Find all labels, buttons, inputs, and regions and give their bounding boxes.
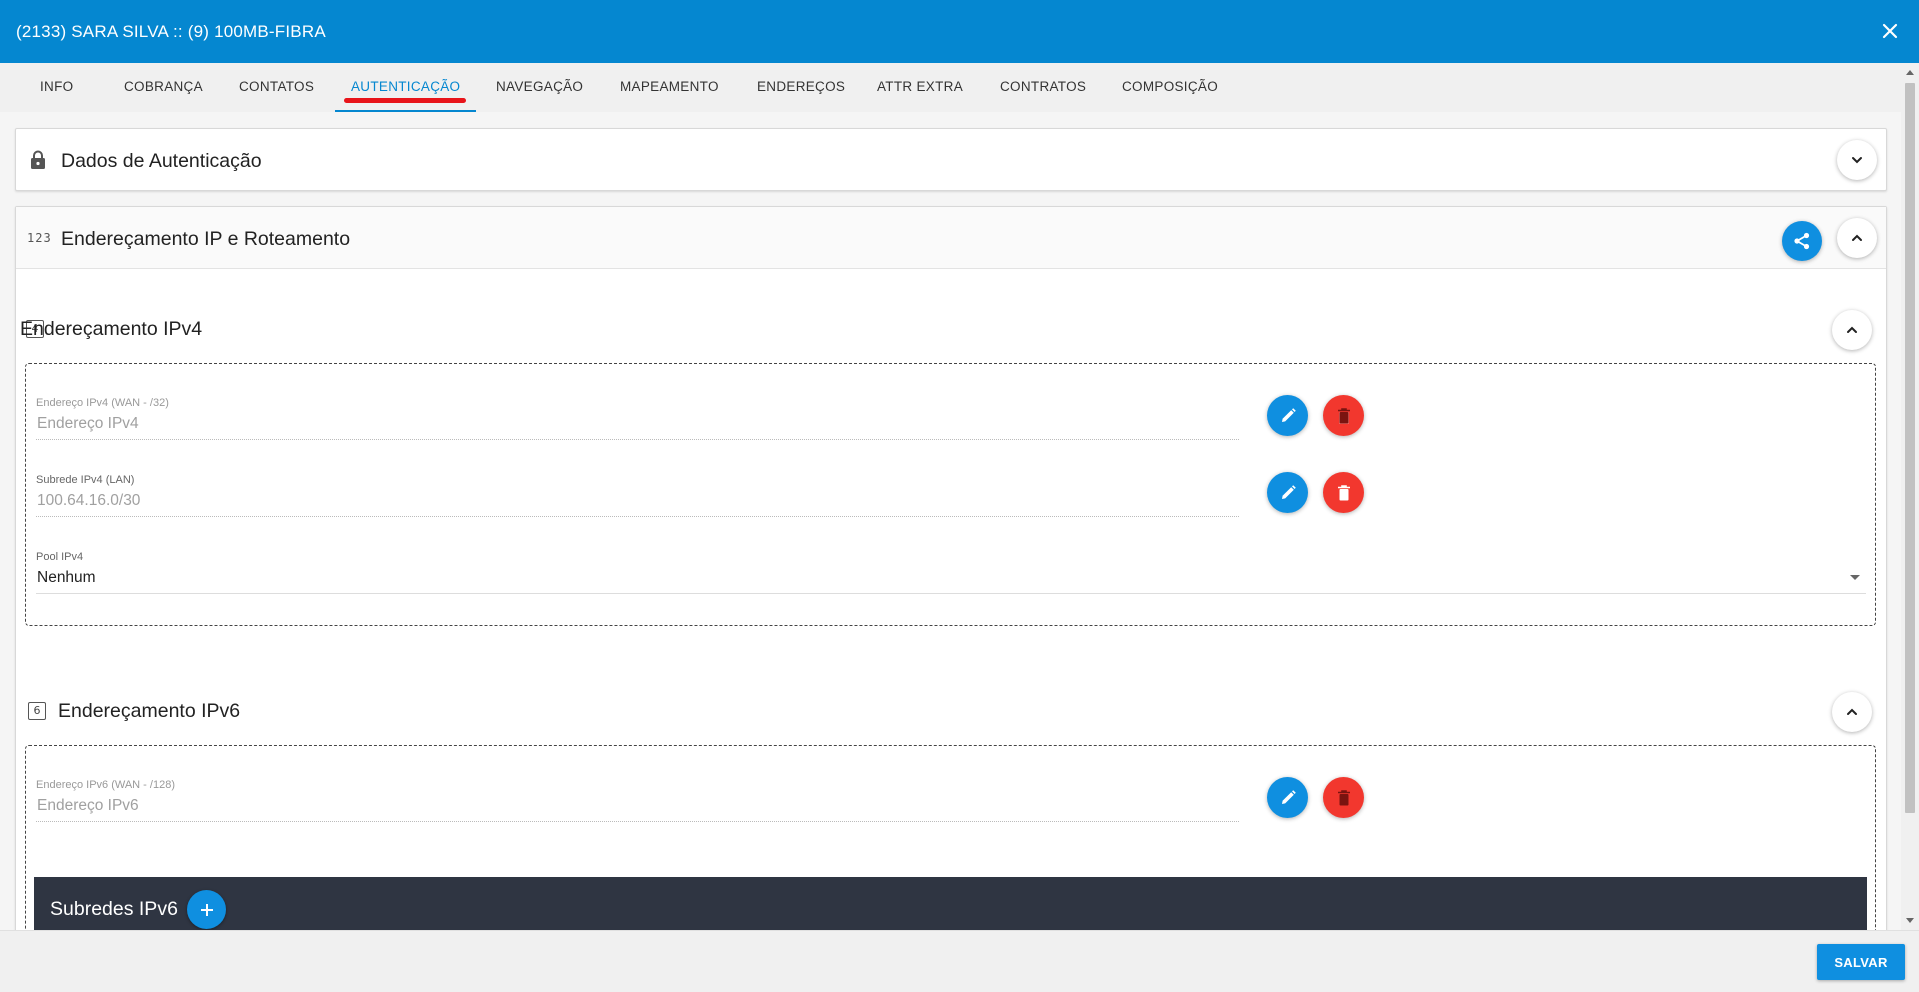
ipv4-wan-input[interactable]: Endereço IPv4 [37,415,139,433]
ipv6-title: Endereçamento IPv6 [58,700,241,722]
ipv4-lan-edit-button[interactable] [1267,472,1308,513]
plus-icon [200,903,213,916]
ip-routing-panel: 123 Endereçamento IP e Roteamento 4 Ende… [15,206,1887,930]
share-button[interactable] [1782,221,1822,261]
ipv6-wan-underline [36,821,1239,822]
dialog-footer: SALVAR [0,930,1919,992]
pencil-icon [1281,407,1296,422]
tab-enderecos[interactable]: ENDEREÇOS [741,63,861,112]
auth-panel-title: Dados de Autenticação [61,150,262,172]
ipv4-pool-underline [36,593,1866,594]
auth-panel: Dados de Autenticação [15,128,1887,191]
ipv6-box: Endereço IPv6 (WAN - /128) Endereço IPv6… [25,745,1876,930]
chevron-up-icon [1852,234,1862,241]
close-button[interactable] [1873,14,1907,48]
ipv4-pool-label: Pool IPv4 [36,551,84,563]
ipv6-wan-edit-button[interactable] [1267,777,1308,818]
dialog-header: (2133) SARA SILVA :: (9) 100MB-FIBRA [0,0,1919,63]
tab-bar: INFO COBRANÇA CONTATOS AUTENTICAÇÃO NAVE… [0,63,1919,112]
ip-panel-header[interactable]: 123 Endereçamento IP e Roteamento [16,207,1886,269]
tab-attr-extra[interactable]: ATTR EXTRA [861,63,979,112]
scroll-up-arrow-icon[interactable] [1906,70,1914,75]
tab-contratos[interactable]: CONTRATOS [984,63,1102,112]
ipv4-title-text: Endereçamento IPv4 [20,318,203,340]
ipv4-wan-edit-button[interactable] [1267,395,1308,436]
lock-icon [31,150,45,169]
close-icon [1882,23,1898,39]
ip-collapse-button[interactable] [1837,218,1877,258]
ipv6-wan-delete-button[interactable] [1323,777,1364,818]
ipv4-box: Endereço IPv4 (WAN - /32) Endereço IPv4 … [25,363,1876,626]
tab-navegacao[interactable]: NAVEGAÇÃO [480,63,599,112]
dropdown-arrow-icon [1850,575,1860,580]
add-ipv6-subnet-button[interactable] [187,890,226,929]
ipv4-lan-underline [36,516,1239,517]
ipv4-wan-underline [36,439,1239,440]
ipv6-subnets-title: Subredes IPv6 [50,898,178,920]
tab-content: Dados de Autenticação 123 Endereçamento … [0,112,1901,930]
dialog-title: (2133) SARA SILVA :: (9) 100MB-FIBRA [16,22,326,41]
ipv4-lan-input[interactable]: 100.64.16.0/30 [37,492,140,510]
tab-composicao[interactable]: COMPOSIÇÃO [1106,63,1234,112]
ipv4-collapse-button[interactable] [1832,310,1872,350]
ipv4-wan-delete-button[interactable] [1323,395,1364,436]
pencil-icon [1281,789,1296,804]
scrollbar-thumb[interactable] [1905,83,1915,813]
trash-icon [1337,407,1350,424]
chevron-up-icon [1847,708,1857,715]
tab-cobranca[interactable]: COBRANÇA [108,63,219,112]
trash-icon [1337,789,1350,805]
tab-autenticacao[interactable]: AUTENTICAÇÃO [335,63,477,112]
ipv6-subnets-bar: Subredes IPv6 [34,877,1867,930]
ipv6-wan-label: Endereço IPv6 (WAN - /128) [36,779,175,791]
pencil-icon [1281,484,1296,499]
trash-icon [1337,484,1350,500]
ipv4-pool-select[interactable]: Nenhum [37,569,96,587]
annotation-underline [344,98,466,103]
ipv4-lan-delete-button[interactable] [1323,472,1364,513]
save-button[interactable]: SALVAR [1817,944,1905,980]
scroll-down-arrow-icon[interactable] [1906,918,1914,923]
auth-expand-button[interactable] [1837,140,1877,180]
ipv4-wan-label: Endereço IPv4 (WAN - /32) [36,397,169,409]
ipv6-wan-input[interactable]: Endereço IPv6 [37,797,139,815]
tab-info[interactable]: INFO [24,63,89,112]
ip-panel-title: Endereçamento IP e Roteamento [61,228,351,250]
tab-mapeamento[interactable]: MAPEAMENTO [604,63,735,112]
chevron-down-icon [1852,157,1862,164]
numbers-icon: 123 [27,231,52,245]
auth-panel-header[interactable]: Dados de Autenticação [16,129,1886,191]
tab-contatos[interactable]: CONTATOS [223,63,330,112]
chevron-up-icon [1847,326,1857,333]
share-icon [1794,232,1810,250]
ipv6-collapse-button[interactable] [1832,692,1872,732]
ipv4-lan-label: Subrede IPv4 (LAN) [36,474,135,486]
vertical-scrollbar[interactable] [1901,63,1919,930]
ipv6-icon: 6 [28,702,46,720]
